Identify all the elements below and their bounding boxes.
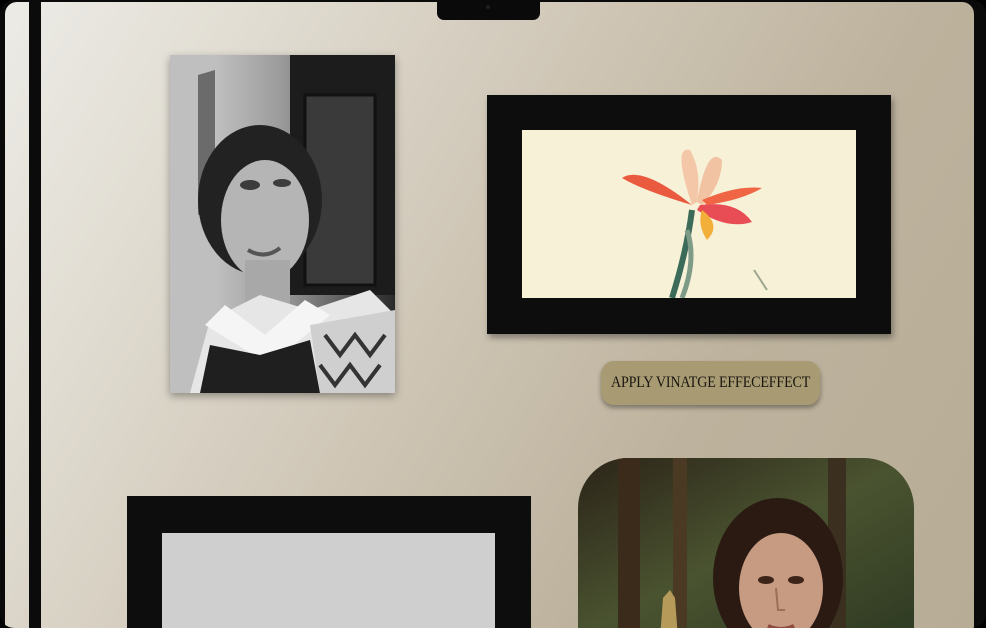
portrait-photo[interactable]	[170, 55, 395, 393]
apply-vintage-effect-button[interactable]: APPLY VINATGE EFFECEFFECT	[601, 361, 821, 405]
flower-frame[interactable]	[487, 95, 891, 334]
device-frame: APPLY VINATGE EFFECEFFECT	[0, 0, 986, 628]
camera-icon	[486, 5, 490, 9]
camera-notch	[437, 2, 540, 20]
woman-forest-image	[578, 458, 914, 628]
gallery-screen: APPLY VINATGE EFFECEFFECT	[5, 2, 974, 628]
empty-frame[interactable]	[127, 496, 531, 628]
forest-portrait-photo[interactable]	[578, 458, 914, 628]
portrait-image	[170, 55, 395, 393]
iris-flower-image	[522, 130, 856, 298]
flower-photo	[522, 130, 856, 298]
empty-frame-mat	[162, 533, 495, 628]
left-rail	[29, 2, 41, 628]
